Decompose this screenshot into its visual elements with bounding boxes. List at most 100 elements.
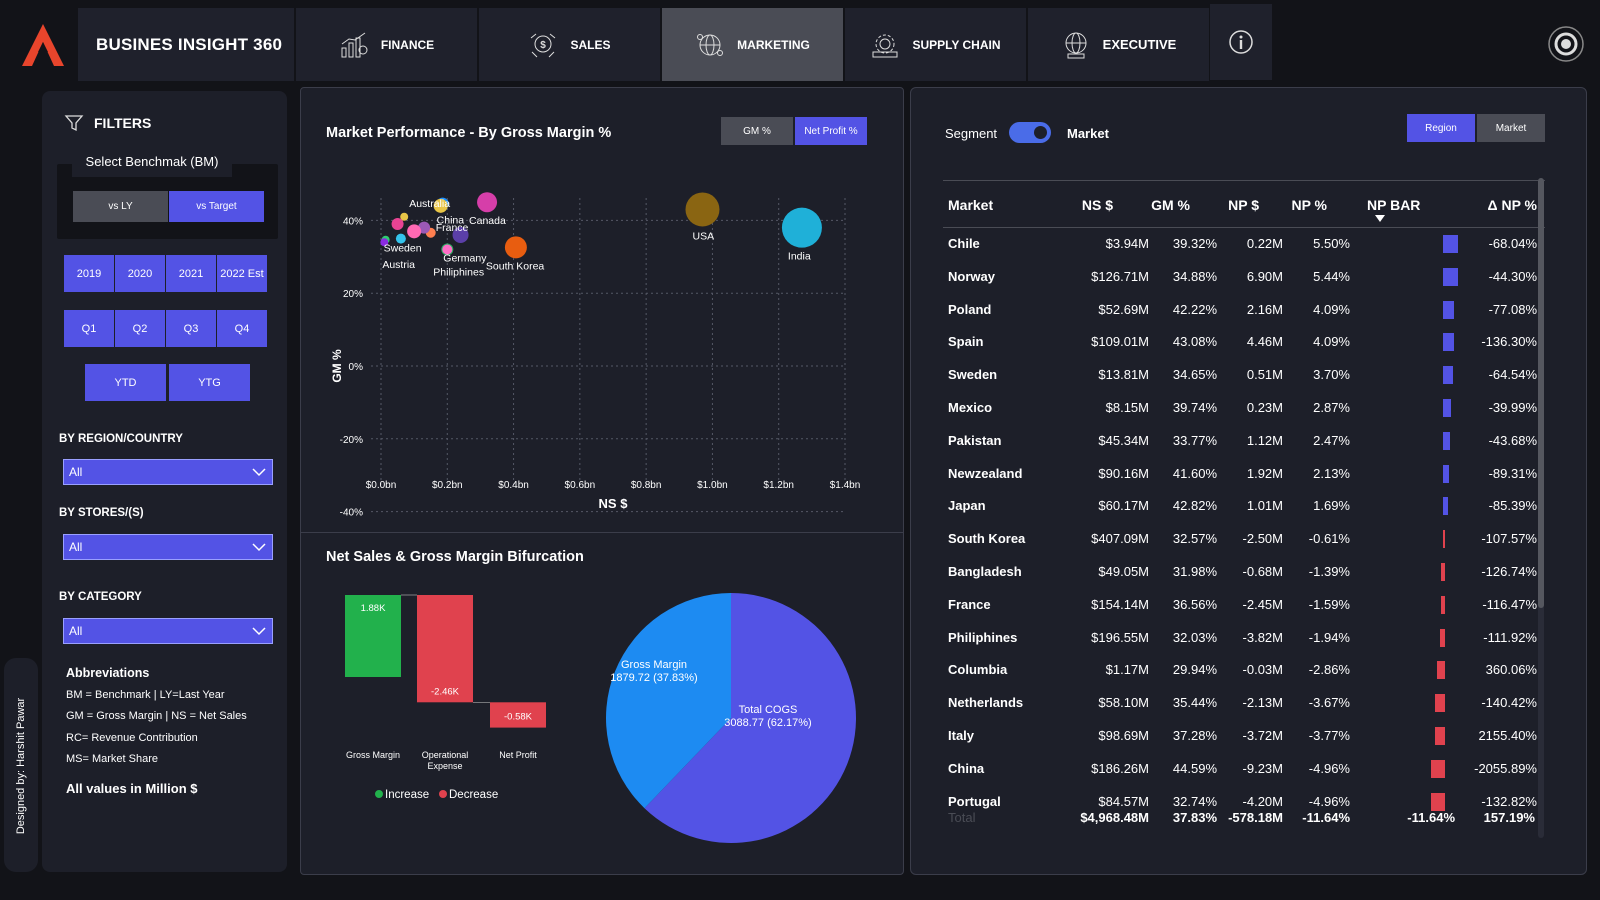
- waterfall-data-label: -2.46K: [431, 686, 460, 697]
- net-profit-percent-toggle[interactable]: Net Profit %: [795, 117, 867, 145]
- cell-market: Mexico: [948, 400, 993, 415]
- table-row[interactable]: Pakistan $45.34M 33.77% 1.12M 2.47% -43.68%: [943, 425, 1545, 458]
- cell-delta-np: -43.68%: [1488, 432, 1537, 448]
- year-2022-est-button[interactable]: 2022 Est: [217, 255, 267, 292]
- cell-np: -2.50M: [1242, 531, 1283, 547]
- scrollbar-thumb[interactable]: [1538, 178, 1544, 608]
- charts-panel: Market Performance - By Gross Margin % G…: [300, 87, 904, 875]
- quarter-q1-button[interactable]: Q1: [64, 310, 114, 347]
- nav-finance[interactable]: FINANCE: [296, 8, 477, 81]
- quarter-q3-button[interactable]: Q3: [166, 310, 216, 347]
- bm-vs-ly-button[interactable]: vs LY: [73, 191, 168, 222]
- np-bar: [1443, 464, 1449, 483]
- region-dropdown[interactable]: All: [63, 459, 273, 485]
- cell-ns: $126.71M: [1091, 268, 1149, 284]
- cell-ns: $186.26M: [1091, 760, 1149, 776]
- cell-gm: 41.60%: [1172, 465, 1217, 481]
- table-row[interactable]: Spain $109.01M 43.08% 4.46M 4.09% -136.30%: [943, 326, 1545, 359]
- quarter-q2-button[interactable]: Q2: [115, 310, 165, 347]
- col-ns[interactable]: NS $: [1082, 197, 1113, 213]
- segment-label: Segment: [945, 126, 998, 141]
- filters-header: FILTERS: [64, 113, 151, 133]
- cell-np-percent: 4.09%: [1313, 334, 1350, 350]
- x-tick-label: $1.4bn: [830, 480, 861, 491]
- cell-ns: $1.17M: [1105, 662, 1149, 678]
- table-total-row: Total $4,968.48M 37.83% -578.18M -11.64%…: [943, 810, 1545, 834]
- market-view-button[interactable]: Market: [1477, 114, 1545, 142]
- category-dropdown[interactable]: All: [63, 618, 273, 644]
- table-row[interactable]: Sweden $13.81M 34.65% 0.51M 3.70% -64.54%: [943, 359, 1545, 392]
- table-row[interactable]: South Korea $407.09M 32.57% -2.50M -0.61% -10…: [943, 523, 1545, 556]
- cell-delta-np: -39.99%: [1488, 400, 1537, 415]
- col-market[interactable]: Market: [948, 197, 993, 213]
- year-2021-button[interactable]: 2021: [166, 255, 216, 292]
- year-2020-button[interactable]: 2020: [115, 255, 165, 292]
- region-view-button[interactable]: Region: [1407, 114, 1475, 142]
- table-row[interactable]: Mexico $8.15M 39.74% 0.23M 2.87% -39.99%: [943, 392, 1545, 425]
- total-np-bar: -11.64%: [1407, 810, 1455, 825]
- table-row[interactable]: Chile $3.94M 39.32% 0.22M 5.50% -68.04%: [943, 228, 1545, 261]
- cell-gm: 44.59%: [1172, 760, 1217, 776]
- year-2019-button[interactable]: 2019: [64, 255, 114, 292]
- cell-np: -0.03M: [1242, 662, 1283, 678]
- nav-executive[interactable]: EXECUTIVE: [1028, 8, 1209, 81]
- waterfall-category-label: Operational: [422, 750, 469, 760]
- gear-icon: [1548, 26, 1584, 62]
- table-row[interactable]: Columbia $1.17M 29.94% -0.03M -2.86% 360.06%: [943, 654, 1545, 687]
- gm-percent-toggle[interactable]: GM %: [721, 117, 793, 145]
- col-delta-np[interactable]: Δ NP %: [1488, 197, 1538, 213]
- pie-value-total-cogs: 3088.77 (62.17%): [724, 717, 811, 729]
- chevron-down-icon: [252, 468, 266, 477]
- sort-desc-icon: [1375, 215, 1385, 222]
- col-gm[interactable]: GM %: [1151, 197, 1190, 213]
- table-row[interactable]: Japan $60.17M 42.82% 1.01M 1.69% -85.39%: [943, 490, 1545, 523]
- np-bar: [1443, 431, 1450, 450]
- col-np-percent[interactable]: NP %: [1291, 197, 1327, 213]
- col-np-bar[interactable]: NP BAR: [1367, 197, 1420, 213]
- quarter-q4-button[interactable]: Q4: [217, 310, 267, 347]
- table-row[interactable]: Netherlands $58.10M 35.44% -2.13M -3.67% -140…: [943, 687, 1545, 720]
- filters-title: FILTERS: [94, 115, 152, 131]
- nav-marketing-label: MARKETING: [737, 37, 810, 52]
- table-row[interactable]: Norway $126.71M 34.88% 6.90M 5.44% -44.30%: [943, 261, 1545, 294]
- table-row[interactable]: Italy $98.69M 37.28% -3.72M -3.77% 2155.40%: [943, 720, 1545, 753]
- waterfall-category-label: Expense: [427, 761, 462, 771]
- nav-sales[interactable]: $ SALES: [479, 8, 660, 81]
- col-np[interactable]: NP $: [1228, 197, 1259, 213]
- info-button[interactable]: [1210, 4, 1272, 80]
- cell-np-percent: -0.61%: [1308, 531, 1350, 547]
- table-row[interactable]: Poland $52.69M 42.22% 2.16M 4.09% -77.08%: [943, 294, 1545, 327]
- table-row[interactable]: China $186.26M 44.59% -9.23M -4.96% -2055.89%: [943, 753, 1545, 786]
- np-bar: [1443, 497, 1448, 516]
- cell-np: 2.16M: [1246, 301, 1283, 317]
- table-row[interactable]: Newzealand $90.16M 41.60% 1.92M 2.13% -89.31%: [943, 458, 1545, 491]
- table-scrollbar[interactable]: [1538, 178, 1544, 838]
- np-bar: [1440, 595, 1445, 614]
- cell-ns: $58.10M: [1098, 695, 1149, 711]
- period-ytd-button[interactable]: YTD: [85, 364, 166, 401]
- settings-button[interactable]: [1546, 24, 1586, 64]
- waterfall-category-label: Gross Margin: [346, 750, 400, 760]
- cell-market: Japan: [948, 498, 986, 514]
- cell-gm: 36.56%: [1172, 596, 1217, 612]
- stores-dropdown[interactable]: All: [63, 534, 273, 560]
- table-row[interactable]: France $154.14M 36.56% -2.45M -1.59% -116.47%: [943, 589, 1545, 622]
- segment-market-toggle[interactable]: [1009, 122, 1051, 143]
- table-row[interactable]: Bangladesh $49.05M 31.98% -0.68M -1.39% -126.…: [943, 556, 1545, 589]
- nav-marketing[interactable]: MARKETING: [662, 8, 843, 81]
- bm-vs-target-button[interactable]: vs Target: [169, 191, 264, 222]
- cell-gm: 33.77%: [1172, 432, 1217, 448]
- nav-sales-label: SALES: [570, 37, 611, 52]
- cell-ns: $109.01M: [1091, 334, 1149, 350]
- cell-delta-np: -136.30%: [1481, 334, 1537, 350]
- period-ytg-button[interactable]: YTG: [169, 364, 250, 401]
- cell-gm: 37.28%: [1172, 728, 1217, 743]
- sales-badge-icon: $: [531, 33, 556, 57]
- cell-ns: $154.14M: [1091, 596, 1149, 612]
- total-np: -578.18M: [1228, 810, 1283, 825]
- np-bar: [1443, 530, 1445, 549]
- pie-value-gross-margin: 1879.72 (37.83%): [610, 672, 697, 684]
- table-row[interactable]: Philiphines $196.55M 32.03% -3.82M -1.94% -11…: [943, 622, 1545, 655]
- nav-supply-chain[interactable]: SUPPLY CHAIN: [845, 8, 1026, 81]
- cell-gm: 42.22%: [1172, 301, 1217, 317]
